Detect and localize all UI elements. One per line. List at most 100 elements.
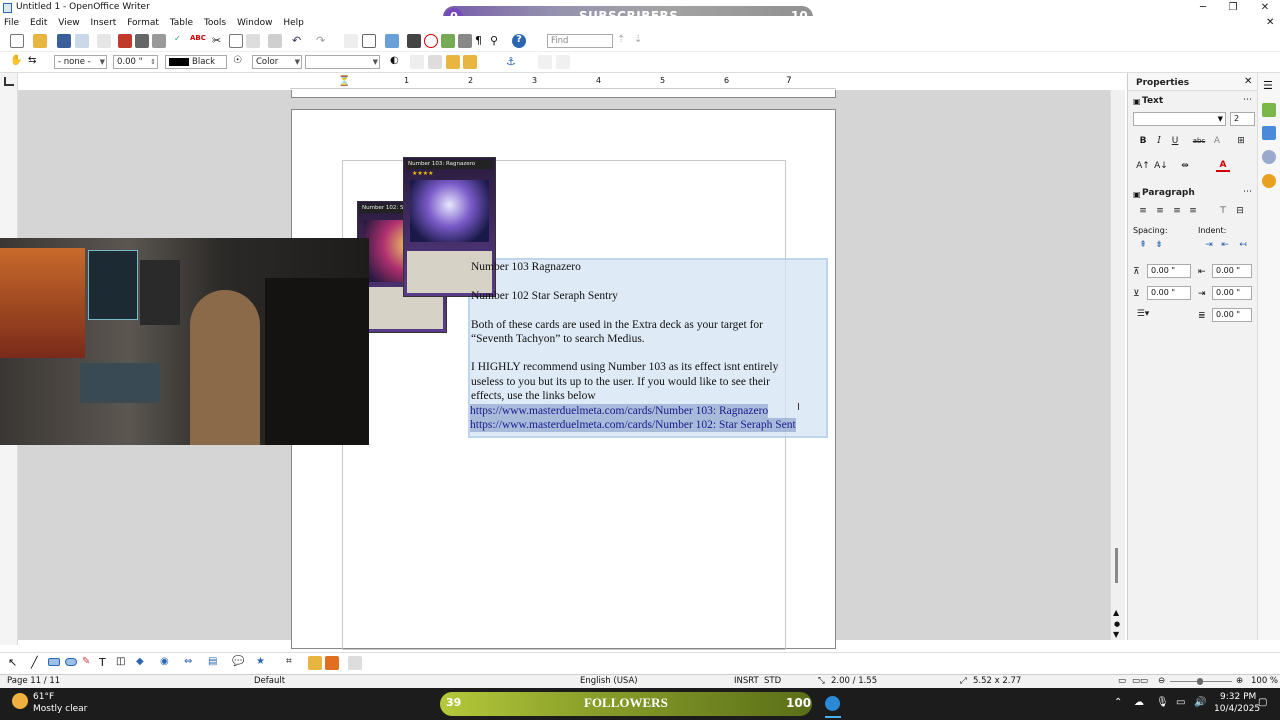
after-indent-spin[interactable]: 0.00 " — [1212, 286, 1252, 300]
edit-file-icon[interactable] — [97, 34, 111, 48]
cut-icon[interactable]: ✂ — [212, 34, 226, 48]
page-indicator[interactable]: Page 11 / 11 — [7, 675, 60, 688]
text-tool-icon[interactable]: T — [99, 656, 113, 670]
line-spacing-icon[interactable]: ☰▾ — [1136, 308, 1150, 321]
open-folder-icon[interactable] — [33, 34, 47, 48]
shadow-icon[interactable]: ◐ — [390, 55, 404, 69]
nonprinting-chars-icon[interactable]: ¶ — [475, 34, 489, 48]
find-input[interactable]: Find — [547, 34, 613, 48]
prev-page-icon[interactable]: ▲ — [1113, 608, 1119, 617]
rectangle-tool-icon[interactable] — [48, 658, 60, 666]
underline-icon[interactable]: U — [1168, 135, 1182, 148]
align-left-icon[interactable]: ≡ — [1136, 205, 1150, 218]
next-page-icon[interactable]: ▼ — [1113, 630, 1119, 639]
language[interactable]: English (USA) — [580, 675, 638, 688]
single-page-view-icon[interactable]: ▭ — [1118, 675, 1126, 688]
send-back-icon[interactable] — [463, 55, 477, 69]
help-icon[interactable]: ? — [512, 34, 526, 48]
font-name-select[interactable]: ▼ — [1133, 112, 1226, 126]
area-style-icon[interactable]: ☉ — [233, 55, 247, 69]
character-spacing-icon[interactable]: ⇹ — [1178, 160, 1192, 173]
print-icon[interactable] — [135, 34, 149, 48]
more-options-icon[interactable]: ⋯ — [1243, 187, 1252, 197]
font-size-select[interactable]: 2 — [1230, 112, 1255, 126]
outline-icon[interactable]: ⊞ — [1234, 135, 1248, 148]
gallery-icon[interactable] — [441, 34, 455, 48]
undo-icon[interactable]: ↶ — [292, 34, 306, 48]
selection-mode[interactable]: STD — [764, 675, 781, 688]
gallery-tab-icon[interactable] — [1262, 150, 1276, 164]
callouts-icon[interactable]: 💬 — [232, 656, 246, 670]
wrap-page-icon[interactable] — [428, 55, 442, 69]
minimize-button[interactable]: ─ — [1188, 0, 1218, 16]
page-style[interactable]: Default — [254, 675, 285, 688]
decrease-spacing-icon[interactable]: ⇟ — [1152, 239, 1166, 252]
anchor-icon[interactable]: ⚓ — [506, 55, 520, 69]
font-color-icon[interactable]: A — [1216, 159, 1230, 172]
menu-edit[interactable]: Edit — [26, 16, 51, 30]
close-sidebar-icon[interactable]: ✕ — [1244, 76, 1252, 87]
sidebar-menu-icon[interactable]: ☰ — [1263, 79, 1273, 92]
above-spacing-spin[interactable]: 0.00 " — [1147, 264, 1191, 278]
zoom-level[interactable]: 100 % — [1251, 675, 1278, 688]
fontwork-icon[interactable] — [308, 656, 322, 670]
find-next-icon[interactable]: ⇣ — [634, 34, 648, 48]
hyperlink-icon[interactable] — [344, 34, 358, 48]
tab-stop-icon[interactable] — [4, 77, 14, 86]
close-document-button[interactable]: ✕ — [1266, 17, 1274, 28]
table-icon[interactable] — [362, 34, 376, 48]
scroll-thumb[interactable] — [1115, 548, 1118, 583]
microphone-icon[interactable]: 🎙 — [1156, 697, 1169, 708]
anchor-lock-icon[interactable]: ✋ — [10, 55, 24, 69]
points-icon[interactable]: ⌗ — [286, 656, 300, 670]
data-sources-icon[interactable] — [458, 34, 472, 48]
shadow-text-icon[interactable]: A — [1210, 135, 1224, 148]
spellcheck-icon[interactable]: ✓ — [174, 34, 188, 48]
increase-spacing-icon[interactable]: ⇞ — [1136, 239, 1150, 252]
line-tool-icon[interactable]: ╱ — [31, 656, 45, 670]
bold-icon[interactable]: B — [1136, 135, 1150, 148]
zoom-slider-thumb[interactable] — [1197, 678, 1203, 685]
extrusion-icon[interactable] — [348, 656, 362, 670]
symbol-shapes-icon[interactable]: ◉ — [160, 656, 174, 670]
block-arrows-icon[interactable]: ⇔ — [184, 656, 198, 670]
menu-insert[interactable]: Insert — [86, 16, 120, 30]
strikethrough-icon[interactable]: abc — [1192, 135, 1206, 148]
basic-shapes-icon[interactable]: ◆ — [136, 656, 150, 670]
zoom-in-icon[interactable]: ⊕ — [1236, 675, 1243, 688]
print-preview-icon[interactable] — [152, 34, 166, 48]
link-number-103[interactable]: https://www.masterduelmeta.com/cards/Num… — [470, 404, 769, 418]
before-indent-spin[interactable]: 0.00 " — [1212, 264, 1252, 278]
italic-icon[interactable]: I — [1152, 135, 1166, 148]
menu-window[interactable]: Window — [233, 16, 277, 30]
weather-icon[interactable] — [12, 693, 28, 709]
tray-app-icon[interactable]: ☁ — [1134, 697, 1144, 708]
weather-description[interactable]: Mostly clear — [33, 704, 87, 714]
styles-tab-icon[interactable] — [1262, 126, 1276, 140]
group-icon[interactable] — [538, 55, 552, 69]
callout-tool-icon[interactable]: ◫ — [116, 656, 130, 670]
align-right-icon[interactable]: ≡ — [1170, 205, 1184, 218]
ungroup-icon[interactable] — [556, 55, 570, 69]
increase-indent-icon[interactable]: ⇥ — [1202, 239, 1216, 252]
email-icon[interactable] — [75, 34, 89, 48]
line-width-spin[interactable]: 0.00 " ⇕ — [113, 55, 158, 69]
restore-button[interactable]: ❐ — [1218, 0, 1248, 16]
clock-date[interactable]: 10/4/2025 — [1214, 704, 1260, 714]
link-number-102[interactable]: https://www.masterduelmeta.com/cards/Num… — [470, 418, 796, 432]
new-document-icon[interactable] — [10, 34, 24, 48]
hanging-indent-icon[interactable]: ↤ — [1236, 239, 1250, 252]
center-align-icon[interactable]: ⊟ — [1233, 205, 1247, 218]
grow-font-icon[interactable]: A↑ — [1136, 160, 1150, 173]
properties-tab-icon[interactable] — [1262, 103, 1276, 117]
clone-formatting-icon[interactable] — [268, 34, 282, 48]
copy-icon[interactable] — [229, 34, 243, 48]
justify-icon[interactable]: ≡ — [1186, 205, 1200, 218]
weather-temp[interactable]: 61°F — [33, 692, 54, 702]
area-style-select[interactable]: Color ▼ — [252, 55, 302, 69]
menu-file[interactable]: File — [0, 16, 23, 30]
tray-overflow-icon[interactable]: ⌃ — [1114, 697, 1122, 708]
vertical-scrollbar[interactable]: ▲ ● ▼ — [1110, 90, 1125, 640]
top-align-icon[interactable]: ⊤ — [1216, 205, 1230, 218]
find-replace-icon[interactable] — [407, 34, 421, 48]
